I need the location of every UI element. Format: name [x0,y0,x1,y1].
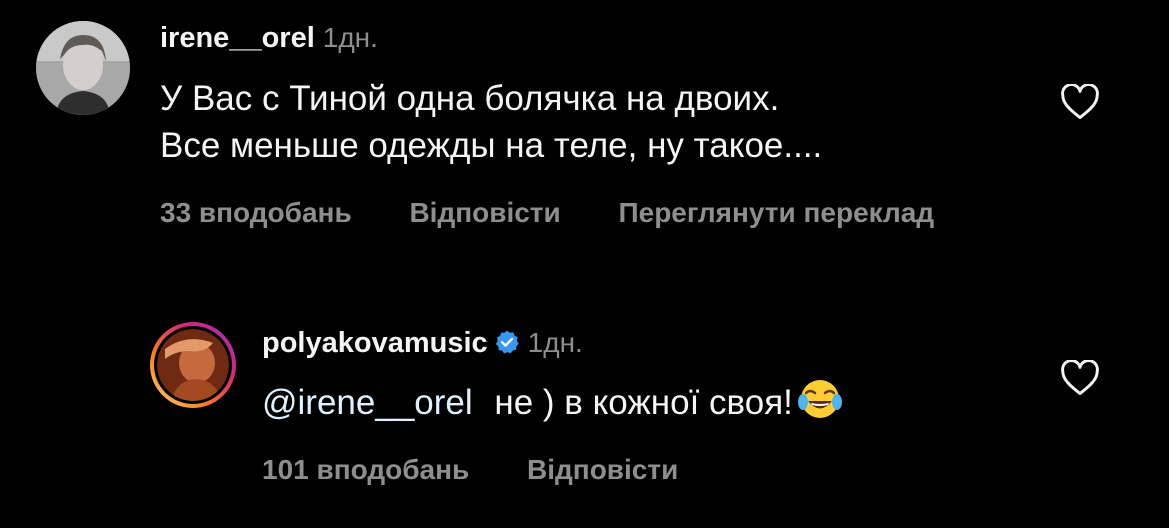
comment-2: polyakovamusic 1дн. @irene__orel не ) в к… [0,300,1169,528]
heart-outline-icon[interactable] [1060,359,1100,396]
reply-button[interactable]: Відповісти [409,197,560,229]
likes-count[interactable]: 33 вподобань [160,197,352,229]
likes-count[interactable]: 101 вподобань [262,454,469,486]
timestamp: 1дн. [527,327,583,358]
comment-1: irene__orel 1дн. У Вас с Тиной одна боляч… [0,0,1169,250]
see-translation-button[interactable]: Переглянути переклад [619,197,935,229]
face-with-tears-of-joy-icon [797,378,843,433]
comment-header: irene__orel 1дн. [160,22,378,55]
mention-link[interactable]: @irene__orel [262,383,473,422]
heart-outline-icon[interactable] [1060,83,1100,120]
avatar[interactable] [150,322,236,408]
avatar[interactable] [36,21,130,115]
comment-text-line-2: Все меньше одежды на теле, ну такое.... [160,126,823,165]
reply-button[interactable]: Відповісти [527,454,678,486]
comment-header: polyakovamusic 1дн. [262,327,583,360]
username[interactable]: irene__orel [160,22,315,54]
avatar-photo [36,21,130,115]
avatar-photo [157,329,229,401]
username[interactable]: polyakovamusic [262,327,488,359]
comment-actions: 33 вподобань Відповісти Переглянути пере… [160,197,934,229]
verified-badge-icon [494,329,520,360]
comment-actions: 101 вподобань Відповісти [262,454,678,486]
timestamp: 1дн. [322,22,378,53]
comment-text: @irene__orel не ) в кожної своя! [262,378,843,433]
comment-text-line-1: У Вас с Тиной одна болячка на двоих. [160,79,780,118]
comment-body: не ) в кожної своя! [484,383,793,422]
